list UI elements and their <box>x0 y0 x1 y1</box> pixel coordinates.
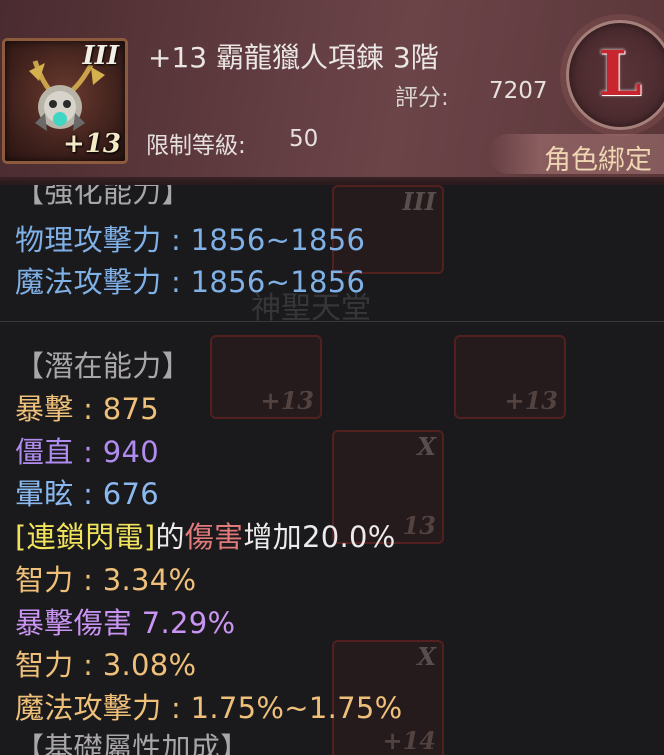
enhance-badge: +13 <box>63 129 121 159</box>
item-title: +13 霸龍獵人項鍊 3階 <box>148 41 439 74</box>
potential-stat-int-2: 智力 : 3.08% <box>15 648 197 682</box>
item-header: III +13 +13 霸龍獵人項鍊 3階 評分: 7207 限制等級: 50 … <box>0 0 664 185</box>
rank-letter: L <box>598 37 642 110</box>
potential-stat-stun: 暈眩 : 676 <box>15 477 159 511</box>
stats-panel: III +13 +13 X 13 X +14 神聖天堂 【強化能力】 物理攻擊力… <box>0 185 664 755</box>
skill-name: [連鎖閃電] <box>15 520 156 554</box>
ghost-slot-badge: +14 <box>382 726 436 755</box>
potential-stat-int-1: 智力 : 3.34% <box>15 563 197 597</box>
level-limit-value: 50 <box>289 126 319 152</box>
section-divider <box>0 321 664 322</box>
damage-word: 傷害 <box>184 520 244 554</box>
stat-magic-attack: 魔法攻擊力 : 1856~1856 <box>15 265 366 299</box>
ghost-slot-badge: 13 <box>402 511 436 540</box>
level-limit-label: 限制等級: <box>146 133 246 159</box>
score-value: 7207 <box>489 78 548 104</box>
rank-emblem: L <box>566 20 664 130</box>
score-label: 評分: <box>395 85 449 111</box>
ghost-slot: +13 <box>454 335 566 419</box>
ghost-slot-badge: +13 <box>260 386 314 415</box>
potential-stat-magic-attack: 魔法攻擊力 : 1.75%~1.75% <box>15 691 403 725</box>
ghost-slot-grade: X <box>417 642 436 671</box>
stat-physical-attack: 物理攻擊力 : 1856~1856 <box>15 223 366 257</box>
damage-increase: 增加20.0% <box>243 520 396 554</box>
potential-section-header: 【潛在能力】 <box>15 349 191 383</box>
potential-stat-skill-damage: [連鎖閃電]的傷害增加20.0% <box>15 514 396 556</box>
bind-status: 角色綁定 <box>544 145 652 176</box>
necklace-item-icon[interactable]: III +13 <box>2 38 128 164</box>
potential-stat-crit-damage: 暴擊傷害 7.29% <box>15 606 236 640</box>
ghost-slot-grade: X <box>417 432 436 461</box>
potential-stat-crit: 暴擊 : 875 <box>15 392 159 426</box>
ghost-slot-badge: +13 <box>504 386 558 415</box>
enhance-section-header: 【強化能力】 <box>15 185 191 209</box>
item-grade-numeral: III <box>82 41 120 71</box>
base-section-header: 【基礎屬性加成】 <box>15 731 250 755</box>
ghost-slot-grade: III <box>402 187 436 216</box>
skill-of: 的 <box>155 520 185 554</box>
ghost-slot: +13 <box>210 335 322 419</box>
potential-stat-stiff: 僵直 : 940 <box>15 435 159 469</box>
